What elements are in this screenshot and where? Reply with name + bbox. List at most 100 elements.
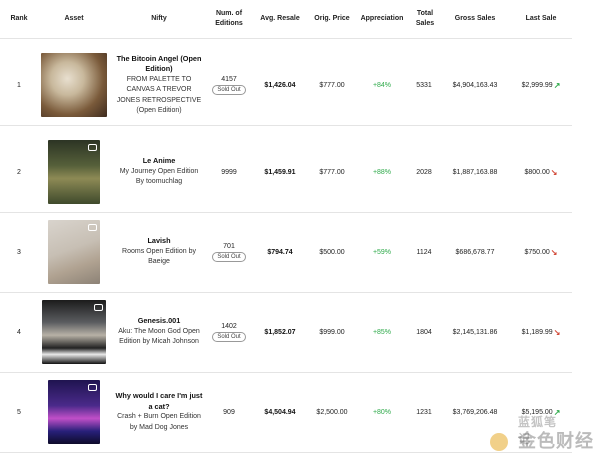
table-row[interactable]: 1 The Bitcoin Angel (Open Edition) FROM …	[0, 45, 572, 126]
orig-price-cell: $777.00	[319, 168, 345, 176]
nifty-title[interactable]: The Bitcoin Angel (Open Edition)	[115, 54, 203, 75]
nifty-subtitle[interactable]: Rooms Open Edition by Baeige	[115, 247, 203, 268]
asset-thumbnail[interactable]	[48, 140, 100, 204]
asset-cell[interactable]	[38, 45, 110, 125]
appreciation-cell: +59%	[372, 248, 392, 256]
asset-cell[interactable]	[38, 132, 110, 212]
last-sale-value: $800.00	[524, 168, 550, 176]
header-gross-sales[interactable]: Gross Sales	[442, 0, 508, 38]
avg-resale-cell: $1,459.91	[264, 168, 296, 176]
nifty-title[interactable]: Genesis.001	[138, 316, 181, 327]
video-camera-icon	[88, 224, 97, 231]
video-camera-icon	[88, 384, 97, 391]
avg-resale-cell: $4,504.94	[264, 408, 296, 416]
rank-cell: 1	[17, 81, 21, 89]
gross-sales-cell: $1,887,163.88	[452, 168, 498, 176]
total-sales-cell: 1231	[416, 408, 432, 416]
header-nifty[interactable]: Nifty	[115, 0, 203, 38]
asset-thumbnail[interactable]	[48, 380, 100, 444]
appreciation-cell: +85%	[372, 328, 392, 336]
trend-up-icon: ↗	[553, 80, 561, 90]
nifty-subtitle[interactable]: Aku: The Moon God Open Edition by Micah …	[115, 327, 203, 348]
orig-price-cell: $999.00	[319, 328, 345, 336]
editions-cell: 701 Sold Out	[205, 212, 253, 292]
rank-cell: 3	[17, 248, 21, 256]
orig-price-cell: $2,500.00	[316, 408, 348, 416]
editions-cell: 909	[205, 372, 253, 452]
total-sales-cell: 5331	[416, 81, 432, 89]
header-total-sales[interactable]: Total Sales	[412, 0, 438, 38]
nifty-subtitle[interactable]: My Journey Open Edition By toomuchlag	[115, 167, 203, 188]
watermark-logo-icon	[490, 433, 508, 451]
asset-thumbnail[interactable]	[42, 300, 106, 364]
trend-down-icon: ↘	[553, 327, 561, 337]
nifty-subtitle[interactable]: FROM PALETTE TO CANVAS A TREVOR JONES RE…	[115, 75, 203, 117]
asset-cell[interactable]	[38, 372, 110, 452]
editions-count: 701	[223, 242, 235, 250]
last-sale-cell: $2,999.99 ↗	[510, 45, 572, 125]
last-sale-cell: $800.00 ↘	[510, 132, 572, 212]
total-sales-cell: 1124	[416, 248, 432, 256]
nifty-cell: Le Anime My Journey Open Edition By toom…	[115, 132, 203, 212]
watermark-small: 蓝狐笔记	[518, 415, 558, 446]
last-sale-cell: $750.00 ↘	[510, 212, 572, 292]
editions-cell: 9999	[205, 132, 253, 212]
header-orig-price[interactable]: Orig. Price	[308, 0, 356, 38]
editions-count: 1402	[221, 322, 237, 330]
nifty-title[interactable]: Lavish	[147, 236, 170, 247]
appreciation-cell: +84%	[372, 81, 392, 89]
avg-resale-cell: $794.74	[267, 248, 293, 256]
header-asset[interactable]: Asset	[38, 0, 110, 38]
watermark: 蓝狐笔记 金色财经	[518, 415, 594, 453]
total-sales-cell: 2028	[416, 168, 432, 176]
editions-cell: 1402 Sold Out	[205, 292, 253, 372]
asset-cell[interactable]	[38, 212, 110, 292]
nifty-cell: Genesis.001 Aku: The Moon God Open Editi…	[115, 292, 203, 372]
table-header: Rank Asset Nifty Num. of Editions Avg. R…	[0, 0, 572, 39]
sold-out-badge: Sold Out	[212, 84, 246, 95]
editions-count: 4157	[221, 75, 237, 83]
orig-price-cell: $777.00	[319, 81, 345, 89]
rank-cell: 5	[17, 408, 21, 416]
video-camera-icon	[94, 304, 103, 311]
asset-thumbnail[interactable]	[48, 220, 100, 284]
nifty-title[interactable]: Le Anime	[143, 156, 176, 167]
header-last-sale[interactable]: Last Sale	[510, 0, 572, 38]
nifty-title[interactable]: Why would I care I'm just a cat?	[115, 391, 203, 412]
sold-out-badge: Sold Out	[212, 331, 246, 342]
gross-sales-cell: $4,904,163.43	[452, 81, 498, 89]
nifty-cell: Lavish Rooms Open Edition by Baeige	[115, 212, 203, 292]
header-appreciation[interactable]: Appreciation	[358, 0, 406, 38]
editions-count: 909	[223, 408, 235, 416]
header-editions[interactable]: Num. of Editions	[210, 0, 248, 38]
nifty-cell: The Bitcoin Angel (Open Edition) FROM PA…	[115, 45, 203, 125]
appreciation-cell: +88%	[372, 168, 392, 176]
table-row[interactable]: 4 Genesis.001 Aku: The Moon God Open Edi…	[0, 292, 572, 373]
video-camera-icon	[88, 144, 97, 151]
asset-thumbnail[interactable]	[41, 53, 107, 117]
last-sale-value: $750.00	[524, 248, 550, 256]
rank-cell: 4	[17, 328, 21, 336]
last-sale-value: $2,999.99	[521, 81, 553, 89]
table-row[interactable]: 3 Lavish Rooms Open Edition by Baeige 70…	[0, 212, 572, 293]
total-sales-cell: 1804	[416, 328, 432, 336]
trend-down-icon: ↘	[550, 247, 558, 257]
editions-cell: 4157 Sold Out	[205, 45, 253, 125]
header-rank[interactable]: Rank	[8, 0, 30, 38]
table-row[interactable]: 5 Why would I care I'm just a cat? Crash…	[0, 372, 572, 453]
header-avg-resale[interactable]: Avg. Resale	[255, 0, 305, 38]
avg-resale-cell: $1,426.04	[264, 81, 296, 89]
last-sale-cell: $1,189.99 ↘	[510, 292, 572, 372]
last-sale-value: $1,189.99	[521, 328, 553, 336]
gross-sales-cell: $686,678.77	[455, 248, 495, 256]
sold-out-badge: Sold Out	[212, 251, 246, 262]
gross-sales-cell: $2,145,131.86	[452, 328, 498, 336]
nifty-cell: Why would I care I'm just a cat? Crash +…	[115, 372, 203, 452]
trend-down-icon: ↘	[550, 167, 558, 177]
table-row[interactable]: 2 Le Anime My Journey Open Edition By to…	[0, 132, 572, 213]
appreciation-cell: +80%	[372, 408, 392, 416]
nifty-subtitle[interactable]: Crash + Burn Open Edition by Mad Dog Jon…	[115, 412, 203, 433]
avg-resale-cell: $1,852.07	[264, 328, 296, 336]
rank-cell: 2	[17, 168, 21, 176]
asset-cell[interactable]	[38, 292, 110, 372]
